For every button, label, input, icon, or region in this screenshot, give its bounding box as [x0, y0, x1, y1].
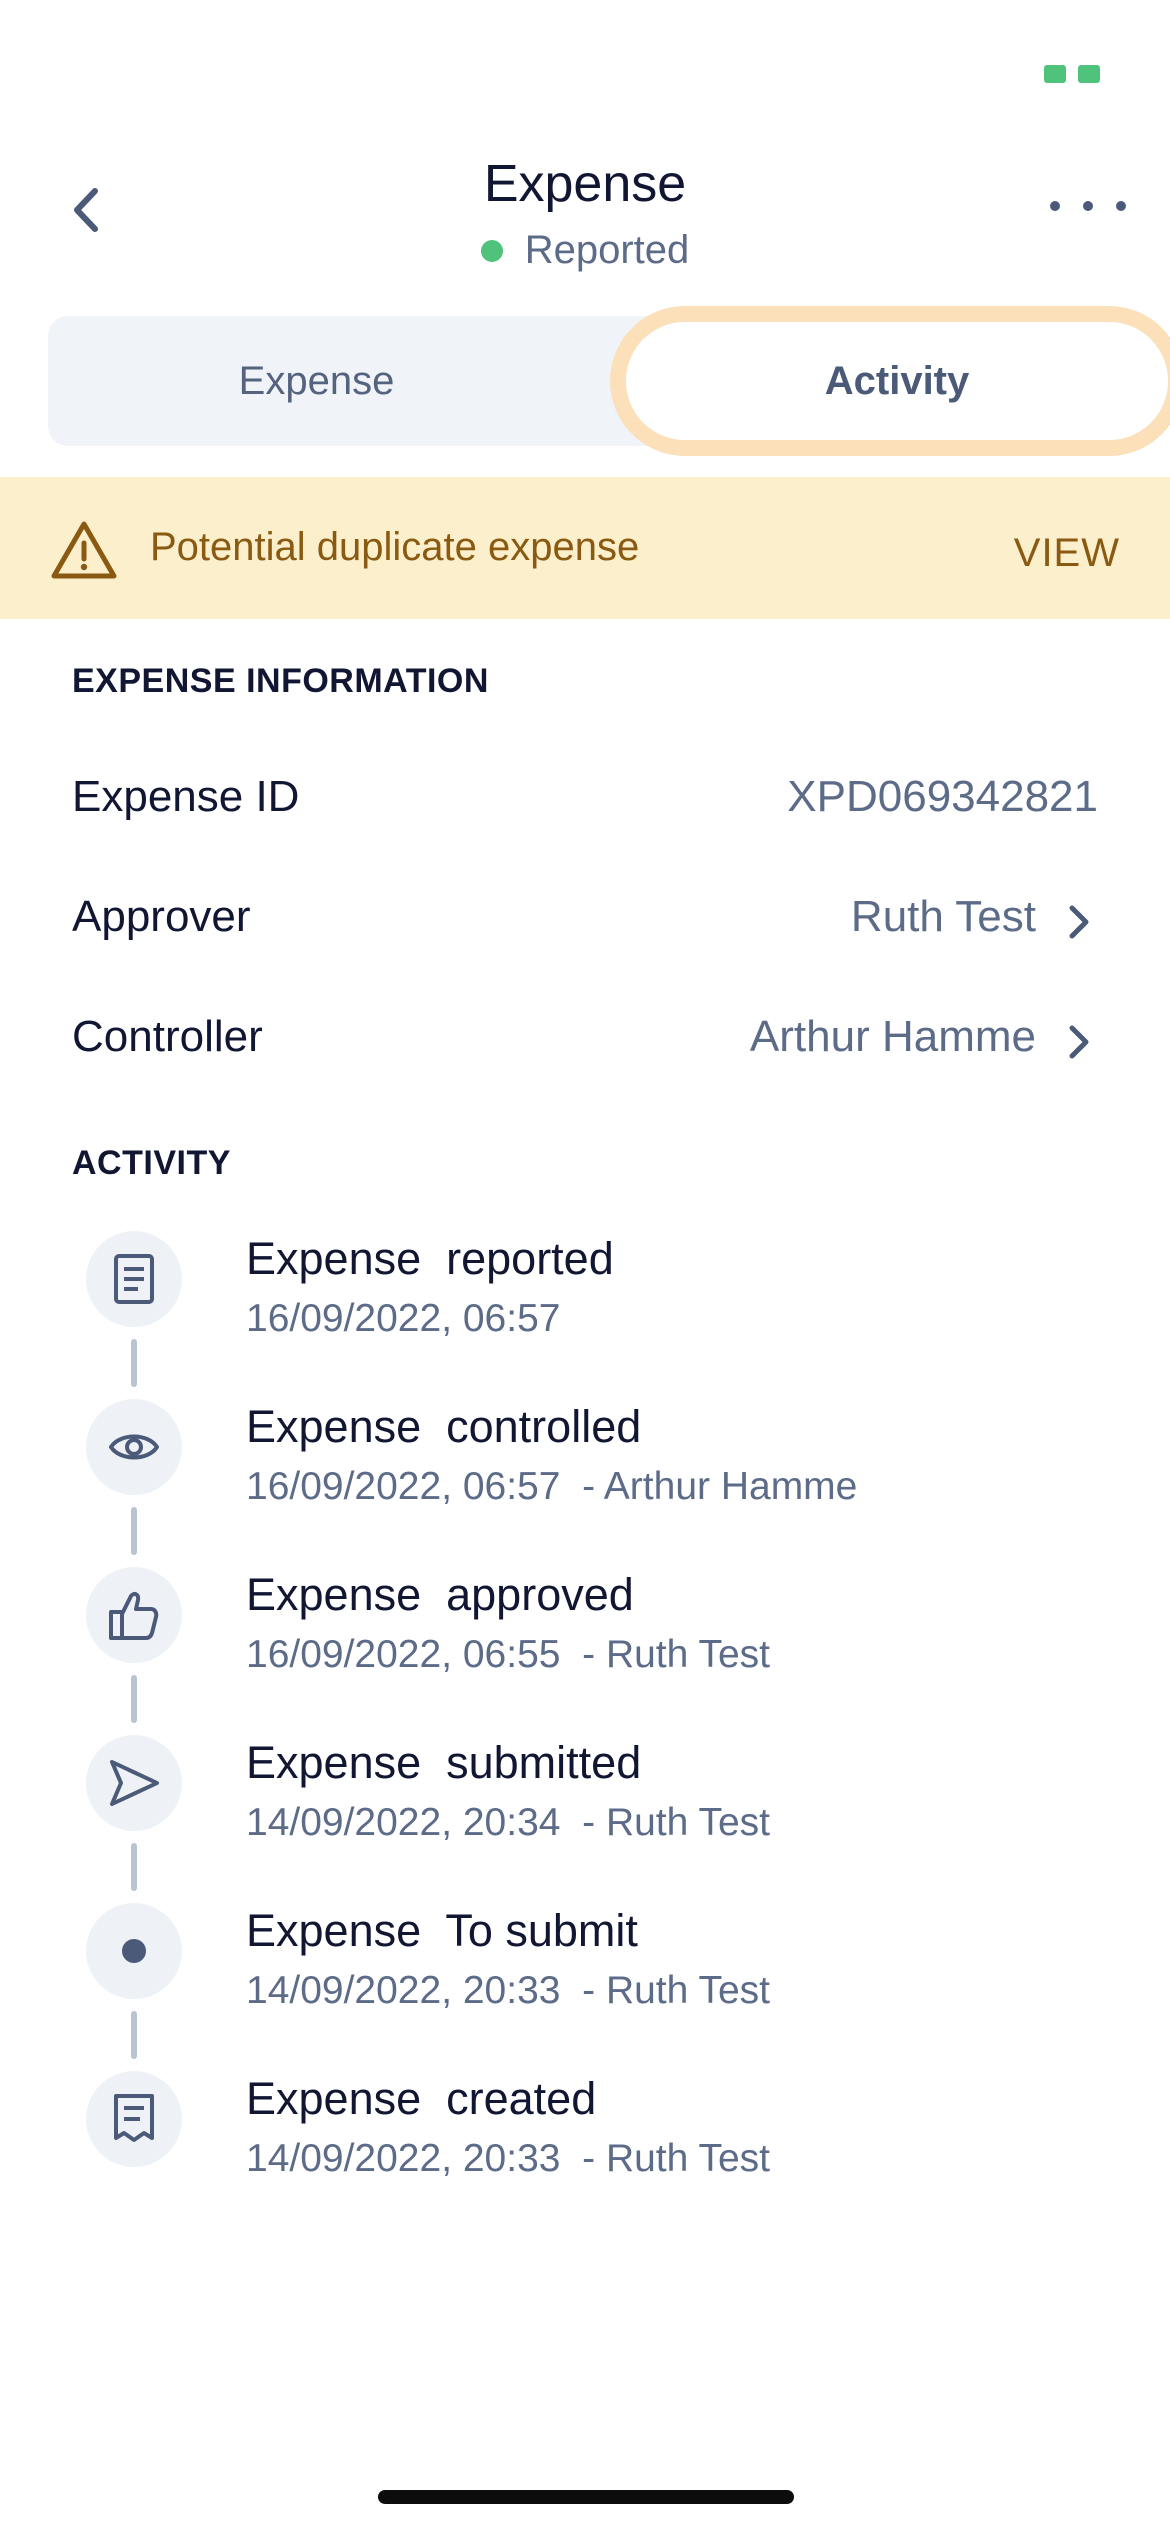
activity-title: Expense created	[246, 2073, 597, 2124]
timeline-connector	[131, 1507, 137, 1555]
expense-id-label: Expense ID	[72, 772, 300, 821]
tab-switcher: Expense Activity	[48, 306, 1170, 456]
expense-id-row: Expense ID XPD069342821	[72, 772, 1098, 832]
activity-subtitle: 16/09/2022, 06:57 - Arthur Hamme	[246, 1465, 858, 1508]
activity-title: Expense reported	[246, 1233, 614, 1284]
controller-value: Arthur Hamme	[749, 1012, 1036, 1061]
more-horizontal-icon	[1050, 201, 1060, 211]
banner-message: Potential duplicate expense	[150, 525, 640, 569]
activity-title: Expense To submit	[246, 1905, 638, 1956]
timeline-connector	[131, 1843, 137, 1891]
chevron-right-icon	[1069, 1025, 1089, 1059]
status-indicator: Reported	[0, 228, 1170, 273]
eye-icon	[86, 1399, 182, 1495]
activity-item: Expense created 14/09/2022, 20:33 - Ruth…	[0, 2055, 1170, 2223]
battery-icon	[1044, 65, 1100, 83]
status-dot	[480, 239, 503, 262]
tab-activity[interactable]: Activity	[626, 322, 1168, 440]
status-bar	[0, 0, 1170, 130]
activity-item: Expense To submit 14/09/2022, 20:33 - Ru…	[0, 1887, 1170, 2059]
approver-label: Approver	[72, 892, 251, 941]
status-label: Reported	[524, 228, 690, 272]
receipt-icon	[86, 2071, 182, 2167]
thumbs-up-icon	[86, 1567, 182, 1663]
activity-subtitle: 14/09/2022, 20:33 - Ruth Test	[246, 2137, 770, 2180]
controller-row[interactable]: Controller Arthur Hamme	[72, 1012, 1098, 1072]
send-icon	[86, 1735, 182, 1831]
document-icon	[86, 1231, 182, 1327]
header: Expense Reported	[0, 140, 1170, 280]
timeline-connector	[131, 1339, 137, 1387]
view-duplicate-button[interactable]: VIEW	[1014, 531, 1120, 576]
dot-icon	[86, 1903, 182, 1999]
activity-subtitle: 14/09/2022, 20:33 - Ruth Test	[246, 1969, 770, 2012]
controller-label: Controller	[72, 1012, 263, 1061]
chevron-right-icon	[1069, 905, 1089, 939]
warning-triangle-icon	[51, 521, 117, 579]
activity-item: Expense reported 16/09/2022, 06:57	[0, 1215, 1170, 1387]
activity-title: Expense submitted	[246, 1737, 642, 1788]
section-heading-activity: ACTIVITY	[72, 1144, 231, 1182]
section-heading-expense-information: EXPENSE INFORMATION	[72, 662, 489, 700]
activity-title: Expense approved	[246, 1569, 634, 1620]
more-options-button[interactable]	[1050, 186, 1126, 226]
activity-item: Expense controlled 16/09/2022, 06:57 - A…	[0, 1383, 1170, 1555]
activity-subtitle: 16/09/2022, 06:57	[246, 1297, 561, 1340]
duplicate-warning-banner: Potential duplicate expense VIEW	[0, 477, 1170, 619]
activity-item: Expense approved 16/09/2022, 06:55 - Rut…	[0, 1551, 1170, 1723]
expense-id-value: XPD069342821	[787, 772, 1098, 821]
activity-subtitle: 14/09/2022, 20:34 - Ruth Test	[246, 1801, 770, 1844]
activity-subtitle: 16/09/2022, 06:55 - Ruth Test	[246, 1633, 770, 1676]
timeline-connector	[131, 1675, 137, 1723]
approver-row[interactable]: Approver Ruth Test	[72, 892, 1098, 952]
activity-title: Expense controlled	[246, 1401, 642, 1452]
activity-item: Expense submitted 14/09/2022, 20:34 - Ru…	[0, 1719, 1170, 1891]
page-title: Expense	[483, 155, 687, 213]
tab-expense[interactable]: Expense	[48, 316, 585, 446]
home-indicator[interactable]	[378, 2490, 794, 2504]
approver-value: Ruth Test	[850, 892, 1036, 941]
timeline-connector	[131, 2011, 137, 2059]
